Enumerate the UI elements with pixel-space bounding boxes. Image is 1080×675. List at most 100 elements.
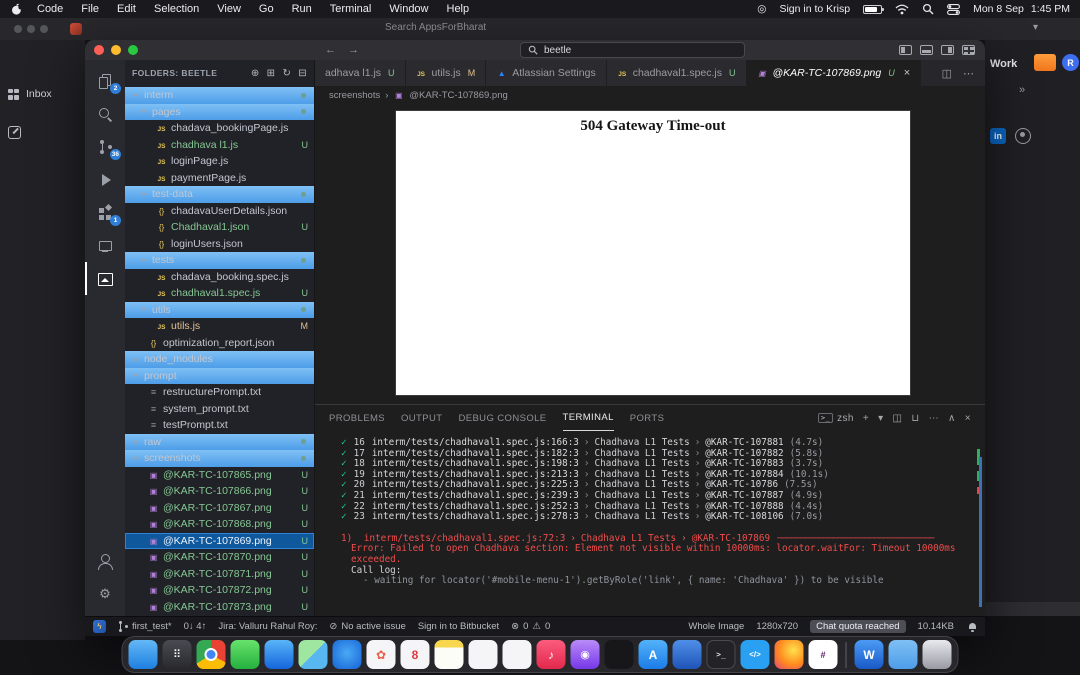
tree-item[interactable]: ▾ ▸ node_modules — [125, 351, 314, 368]
jira-user[interactable]: Jira: Valluru Rahul Roy: — [218, 621, 317, 632]
tree-item[interactable]: ▾ ▸ test-data — [125, 186, 314, 203]
apple-menu-icon[interactable] — [10, 2, 24, 16]
app-grid-icon[interactable] — [8, 89, 19, 100]
dock-app-icon[interactable] — [469, 640, 498, 669]
tree-item[interactable]: ▾ ▸ @KAR-TC-107870.png U — [125, 549, 314, 566]
menu-item[interactable]: File — [72, 3, 108, 15]
editor-tab[interactable]: Atlassian Settings × — [486, 60, 606, 86]
breadcrumb-folder[interactable]: screenshots — [329, 90, 380, 101]
terminal-scrollbar[interactable] — [976, 437, 982, 612]
panel-tab[interactable]: TERMINAL — [563, 405, 614, 431]
tree-item[interactable]: ▾ ▸ @KAR-TC-107865.png U — [125, 467, 314, 484]
tree-item[interactable]: ▾ ▸ @KAR-TC-107873.png U — [125, 599, 314, 616]
activity-bar-item[interactable]: 36 — [85, 130, 125, 163]
problems-status[interactable]: ⊗ 0 ⚠ 0 — [511, 621, 550, 632]
dock-app-icon[interactable]: W — [855, 640, 884, 669]
settings-button[interactable]: ⚙ — [85, 577, 125, 610]
linkedin-icon[interactable]: in — [990, 128, 1006, 144]
close-panel-icon[interactable]: × — [965, 413, 971, 424]
close-window-icon[interactable] — [94, 45, 104, 55]
person-icon[interactable] — [1015, 128, 1031, 144]
toggle-primary-sidebar-icon[interactable] — [899, 45, 912, 55]
status-app-icon[interactable]: ϟ — [93, 620, 106, 633]
tree-item[interactable]: ▾ ▸ restructurePrompt.txt — [125, 384, 314, 401]
activity-bar-item[interactable] — [85, 262, 125, 295]
customize-layout-icon[interactable] — [962, 45, 975, 55]
tree-item[interactable]: ▾ ▸ utils — [125, 302, 314, 319]
tree-item[interactable]: ▾ ▸ testPrompt.txt — [125, 417, 314, 434]
tree-item[interactable]: ▾ ▸ @KAR-TC-107869.png U — [125, 533, 314, 550]
git-branch-status[interactable]: first_test* — [118, 621, 172, 633]
dock-app-icon[interactable]: A — [639, 640, 668, 669]
bitbucket-signin[interactable]: Sign in to Bitbucket — [418, 621, 499, 632]
menu-item[interactable]: Terminal — [321, 3, 381, 15]
tree-item[interactable]: ▾ ▸ loginPage.js — [125, 153, 314, 170]
tree-item[interactable]: ▾ ▸ paymentPage.js — [125, 170, 314, 187]
split-terminal-icon[interactable]: ◫ — [893, 413, 903, 424]
close-tab-icon[interactable]: × — [904, 67, 910, 79]
terminal-instance[interactable]: >_ zsh — [818, 413, 854, 424]
command-center-search[interactable]: beetle — [520, 42, 745, 58]
bg-minimize-icon[interactable] — [27, 25, 35, 33]
tree-item[interactable]: ▾ ▸ prompt — [125, 368, 314, 385]
menu-item[interactable]: Edit — [108, 3, 145, 15]
dock-app-icon[interactable] — [435, 640, 464, 669]
dock-app-icon[interactable] — [129, 640, 158, 669]
dock-app-icon[interactable] — [503, 640, 532, 669]
dock-app-icon[interactable]: ⠿ — [163, 640, 192, 669]
bg-chevron-down-icon[interactable]: ▾ — [1033, 22, 1038, 33]
tree-item[interactable]: ▾ ▸ optimization_report.json — [125, 335, 314, 352]
menu-item[interactable]: Run — [283, 3, 321, 15]
kill-terminal-icon[interactable]: ⊔ — [911, 413, 919, 424]
tree-item[interactable]: ▾ ▸ chadavaUserDetails.json — [125, 203, 314, 220]
editor-tab[interactable]: @KAR-TC-107869.png U × — [747, 60, 922, 86]
more-actions-icon[interactable]: ⋯ — [929, 413, 939, 424]
dock-app-icon[interactable] — [923, 640, 952, 669]
panel-tab[interactable]: OUTPUT — [401, 405, 442, 431]
dock-app-icon[interactable] — [299, 640, 328, 669]
preview-image[interactable]: 504 Gateway Time-out — [395, 110, 911, 396]
dock-app-icon[interactable]: # — [809, 640, 838, 669]
activity-bar-item[interactable]: 2 — [85, 64, 125, 97]
panel-tab[interactable]: PROBLEMS — [329, 405, 385, 431]
split-editor-icon[interactable]: ◫ — [942, 67, 952, 80]
bg-search-tab[interactable]: Search AppsForBharat — [385, 22, 486, 33]
tree-item[interactable]: ▾ ▸ @KAR-TC-107867.png U — [125, 500, 314, 517]
editor-more-actions-icon[interactable]: ⋯ — [963, 67, 974, 80]
dock-app-icon[interactable]: ✿ — [367, 640, 396, 669]
activity-bar-item[interactable]: 1 — [85, 196, 125, 229]
tree-item[interactable]: ▾ ▸ tests — [125, 252, 314, 269]
wifi-icon[interactable] — [895, 4, 909, 15]
tree-item[interactable]: ▾ ▸ raw — [125, 434, 314, 451]
vscode-title-bar[interactable]: ← → beetle — [85, 40, 985, 60]
dock-app-icon[interactable]: >_ — [707, 640, 736, 669]
tree-item[interactable]: ▾ ▸ chadhava l1.js U — [125, 137, 314, 154]
dock-app-icon[interactable] — [265, 640, 294, 669]
tree-item[interactable]: ▾ ▸ @KAR-TC-107871.png U — [125, 566, 314, 583]
tree-item[interactable]: ▾ ▸ chadhaval1.spec.js U — [125, 285, 314, 302]
toggle-panel-icon[interactable] — [920, 45, 933, 55]
dock-app-icon[interactable] — [197, 640, 226, 669]
collapse-all-icon[interactable]: ⊟ — [298, 68, 307, 79]
tree-item[interactable]: ▾ ▸ screenshots — [125, 450, 314, 467]
tree-item[interactable]: ▾ ▸ pages — [125, 104, 314, 121]
dock-app-icon[interactable] — [775, 640, 804, 669]
breadcrumb-file[interactable]: @KAR-TC-107869.png — [409, 90, 507, 101]
dock-app-icon[interactable]: ♪ — [537, 640, 566, 669]
menu-item[interactable]: View — [208, 3, 250, 15]
editor-tab[interactable]: utils.js M × — [406, 60, 487, 86]
dock-app-icon[interactable]: 8 — [401, 640, 430, 669]
collapse-chevrons-icon[interactable]: » — [1019, 84, 1025, 96]
dock-app-icon[interactable] — [889, 640, 918, 669]
compose-icon[interactable] — [8, 126, 21, 139]
krisp-signin[interactable]: Sign in to Krisp — [779, 3, 850, 15]
menu-item[interactable]: Code — [28, 3, 72, 15]
tree-item[interactable]: ▾ ▸ Chadhaval1.json U — [125, 219, 314, 236]
status-bar-item[interactable]: Chat quota reached — [810, 620, 905, 633]
tree-item[interactable]: ▾ ▸ chadava_booking.spec.js — [125, 269, 314, 286]
tree-item[interactable]: ▾ ▸ loginUsers.json — [125, 236, 314, 253]
editor-tab[interactable]: adhava l1.js U × — [315, 60, 406, 86]
bg-zoom-icon[interactable] — [40, 25, 48, 33]
menu-item[interactable]: Window — [380, 3, 437, 15]
dock-app-icon[interactable] — [231, 640, 260, 669]
